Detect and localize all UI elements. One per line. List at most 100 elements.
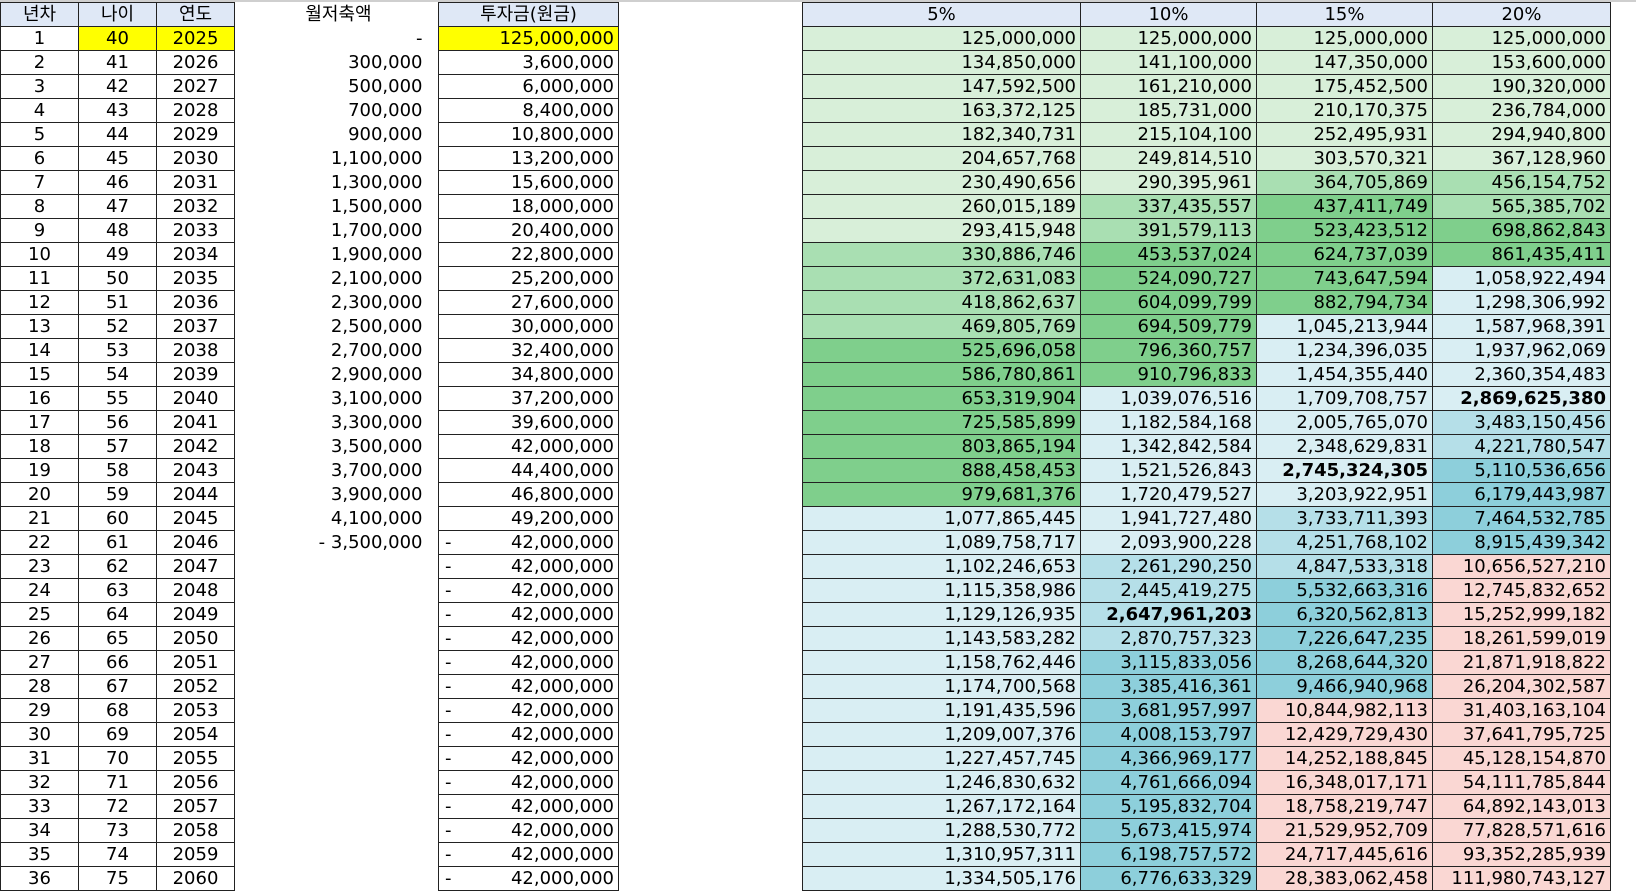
cell-rate-5[interactable]: 1,209,007,376 bbox=[802, 722, 1081, 747]
cell-year-index[interactable]: 11 bbox=[0, 266, 79, 291]
cell-rate-15[interactable]: 1,709,708,757 bbox=[1256, 386, 1433, 411]
cell-year[interactable]: 2054 bbox=[156, 722, 235, 747]
cell-principal[interactable]: - 42,000,000 bbox=[438, 770, 619, 795]
cell-rate-5[interactable]: 1,158,762,446 bbox=[802, 650, 1081, 675]
cell-monthly-saving[interactable]: 4,100,000 bbox=[251, 507, 427, 531]
cell-rate-10[interactable]: 125,000,000 bbox=[1080, 26, 1257, 51]
cell-age[interactable]: 73 bbox=[78, 818, 157, 843]
cell-rate-20[interactable]: 45,128,154,870 bbox=[1432, 746, 1611, 771]
cell-principal[interactable]: 20,400,000 bbox=[438, 218, 619, 243]
cell-rate-15[interactable]: 125,000,000 bbox=[1256, 26, 1433, 51]
cell-rate-20[interactable]: 1,058,922,494 bbox=[1432, 266, 1611, 291]
cell-monthly-saving[interactable] bbox=[251, 867, 427, 891]
cell-principal[interactable]: - 42,000,000 bbox=[438, 818, 619, 843]
cell-monthly-saving[interactable]: 2,700,000 bbox=[251, 339, 427, 363]
cell-rate-15[interactable]: 8,268,644,320 bbox=[1256, 650, 1433, 675]
cell-monthly-saving[interactable] bbox=[251, 651, 427, 675]
cell-year-index[interactable]: 21 bbox=[0, 506, 79, 531]
cell-age[interactable]: 67 bbox=[78, 674, 157, 699]
cell-monthly-saving[interactable] bbox=[251, 843, 427, 867]
cell-principal[interactable]: 18,000,000 bbox=[438, 194, 619, 219]
cell-principal[interactable]: - 42,000,000 bbox=[438, 626, 619, 651]
cell-monthly-saving[interactable]: 2,500,000 bbox=[251, 315, 427, 339]
cell-rate-20[interactable]: 565,385,702 bbox=[1432, 194, 1611, 219]
cell-principal[interactable]: - 42,000,000 bbox=[438, 578, 619, 603]
cell-year[interactable]: 2032 bbox=[156, 194, 235, 219]
cell-rate-10[interactable]: 3,681,957,997 bbox=[1080, 698, 1257, 723]
cell-year[interactable]: 2037 bbox=[156, 314, 235, 339]
cell-monthly-saving[interactable]: 1,700,000 bbox=[251, 219, 427, 243]
cell-rate-5[interactable]: 1,174,700,568 bbox=[802, 674, 1081, 699]
cell-rate-20[interactable]: 190,320,000 bbox=[1432, 74, 1611, 99]
cell-rate-15[interactable]: 3,203,922,951 bbox=[1256, 482, 1433, 507]
cell-year[interactable]: 2033 bbox=[156, 218, 235, 243]
cell-year-index[interactable]: 33 bbox=[0, 794, 79, 819]
cell-rate-10[interactable]: 910,796,833 bbox=[1080, 362, 1257, 387]
cell-monthly-saving[interactable]: 900,000 bbox=[251, 123, 427, 147]
cell-principal[interactable]: 15,600,000 bbox=[438, 170, 619, 195]
cell-rate-15[interactable]: 18,758,219,747 bbox=[1256, 794, 1433, 819]
cell-rate-10[interactable]: 6,198,757,572 bbox=[1080, 842, 1257, 867]
cell-age[interactable]: 44 bbox=[78, 122, 157, 147]
cell-year-index[interactable]: 4 bbox=[0, 98, 79, 123]
cell-rate-15[interactable]: 4,847,533,318 bbox=[1256, 554, 1433, 579]
cell-rate-10[interactable]: 1,720,479,527 bbox=[1080, 482, 1257, 507]
cell-age[interactable]: 43 bbox=[78, 98, 157, 123]
cell-rate-10[interactable]: 1,039,076,516 bbox=[1080, 386, 1257, 411]
cell-monthly-saving[interactable] bbox=[251, 627, 427, 651]
cell-year-index[interactable]: 9 bbox=[0, 218, 79, 243]
cell-age[interactable]: 57 bbox=[78, 434, 157, 459]
cell-rate-15[interactable]: 147,350,000 bbox=[1256, 50, 1433, 75]
cell-rate-15[interactable]: 21,529,952,709 bbox=[1256, 818, 1433, 843]
cell-rate-10[interactable]: 796,360,757 bbox=[1080, 338, 1257, 363]
cell-rate-10[interactable]: 5,673,415,974 bbox=[1080, 818, 1257, 843]
cell-principal[interactable]: 46,800,000 bbox=[438, 482, 619, 507]
cell-year[interactable]: 2056 bbox=[156, 770, 235, 795]
cell-year[interactable]: 2029 bbox=[156, 122, 235, 147]
cell-year[interactable]: 2047 bbox=[156, 554, 235, 579]
cell-age[interactable]: 70 bbox=[78, 746, 157, 771]
cell-year-index[interactable]: 12 bbox=[0, 290, 79, 315]
cell-rate-20[interactable]: 31,403,163,104 bbox=[1432, 698, 1611, 723]
cell-year[interactable]: 2045 bbox=[156, 506, 235, 531]
cell-rate-5[interactable]: 1,246,830,632 bbox=[802, 770, 1081, 795]
cell-rate-5[interactable]: 182,340,731 bbox=[802, 122, 1081, 147]
cell-rate-5[interactable]: 163,372,125 bbox=[802, 98, 1081, 123]
cell-year[interactable]: 2025 bbox=[156, 26, 235, 51]
cell-age[interactable]: 60 bbox=[78, 506, 157, 531]
cell-age[interactable]: 68 bbox=[78, 698, 157, 723]
cell-year[interactable]: 2052 bbox=[156, 674, 235, 699]
cell-rate-10[interactable]: 1,182,584,168 bbox=[1080, 410, 1257, 435]
cell-rate-15[interactable]: 364,705,869 bbox=[1256, 170, 1433, 195]
cell-year-index[interactable]: 16 bbox=[0, 386, 79, 411]
cell-year-index[interactable]: 17 bbox=[0, 410, 79, 435]
cell-rate-10[interactable]: 3,385,416,361 bbox=[1080, 674, 1257, 699]
cell-age[interactable]: 51 bbox=[78, 290, 157, 315]
cell-rate-20[interactable]: 12,745,832,652 bbox=[1432, 578, 1611, 603]
cell-rate-5[interactable]: 1,191,435,596 bbox=[802, 698, 1081, 723]
cell-rate-20[interactable]: 93,352,285,939 bbox=[1432, 842, 1611, 867]
header-year-index[interactable]: 년차 bbox=[0, 2, 79, 27]
cell-principal[interactable]: - 42,000,000 bbox=[438, 650, 619, 675]
cell-year[interactable]: 2026 bbox=[156, 50, 235, 75]
cell-rate-15[interactable]: 5,532,663,316 bbox=[1256, 578, 1433, 603]
cell-rate-5[interactable]: 1,129,126,935 bbox=[802, 602, 1081, 627]
cell-age[interactable]: 53 bbox=[78, 338, 157, 363]
cell-age[interactable]: 40 bbox=[78, 26, 157, 51]
cell-monthly-saving[interactable] bbox=[251, 555, 427, 579]
cell-rate-5[interactable]: 1,102,246,653 bbox=[802, 554, 1081, 579]
cell-rate-5[interactable]: 230,490,656 bbox=[802, 170, 1081, 195]
cell-monthly-saving[interactable]: 1,100,000 bbox=[251, 147, 427, 171]
cell-year-index[interactable]: 14 bbox=[0, 338, 79, 363]
cell-rate-10[interactable]: 604,099,799 bbox=[1080, 290, 1257, 315]
cell-rate-20[interactable]: 1,937,962,069 bbox=[1432, 338, 1611, 363]
cell-rate-10[interactable]: 1,342,842,584 bbox=[1080, 434, 1257, 459]
cell-rate-20[interactable]: 37,641,795,725 bbox=[1432, 722, 1611, 747]
cell-principal[interactable]: 25,200,000 bbox=[438, 266, 619, 291]
cell-age[interactable]: 69 bbox=[78, 722, 157, 747]
cell-year-index[interactable]: 24 bbox=[0, 578, 79, 603]
cell-rate-15[interactable]: 175,452,500 bbox=[1256, 74, 1433, 99]
cell-year-index[interactable]: 35 bbox=[0, 842, 79, 867]
cell-principal[interactable]: 10,800,000 bbox=[438, 122, 619, 147]
cell-principal[interactable]: 34,800,000 bbox=[438, 362, 619, 387]
